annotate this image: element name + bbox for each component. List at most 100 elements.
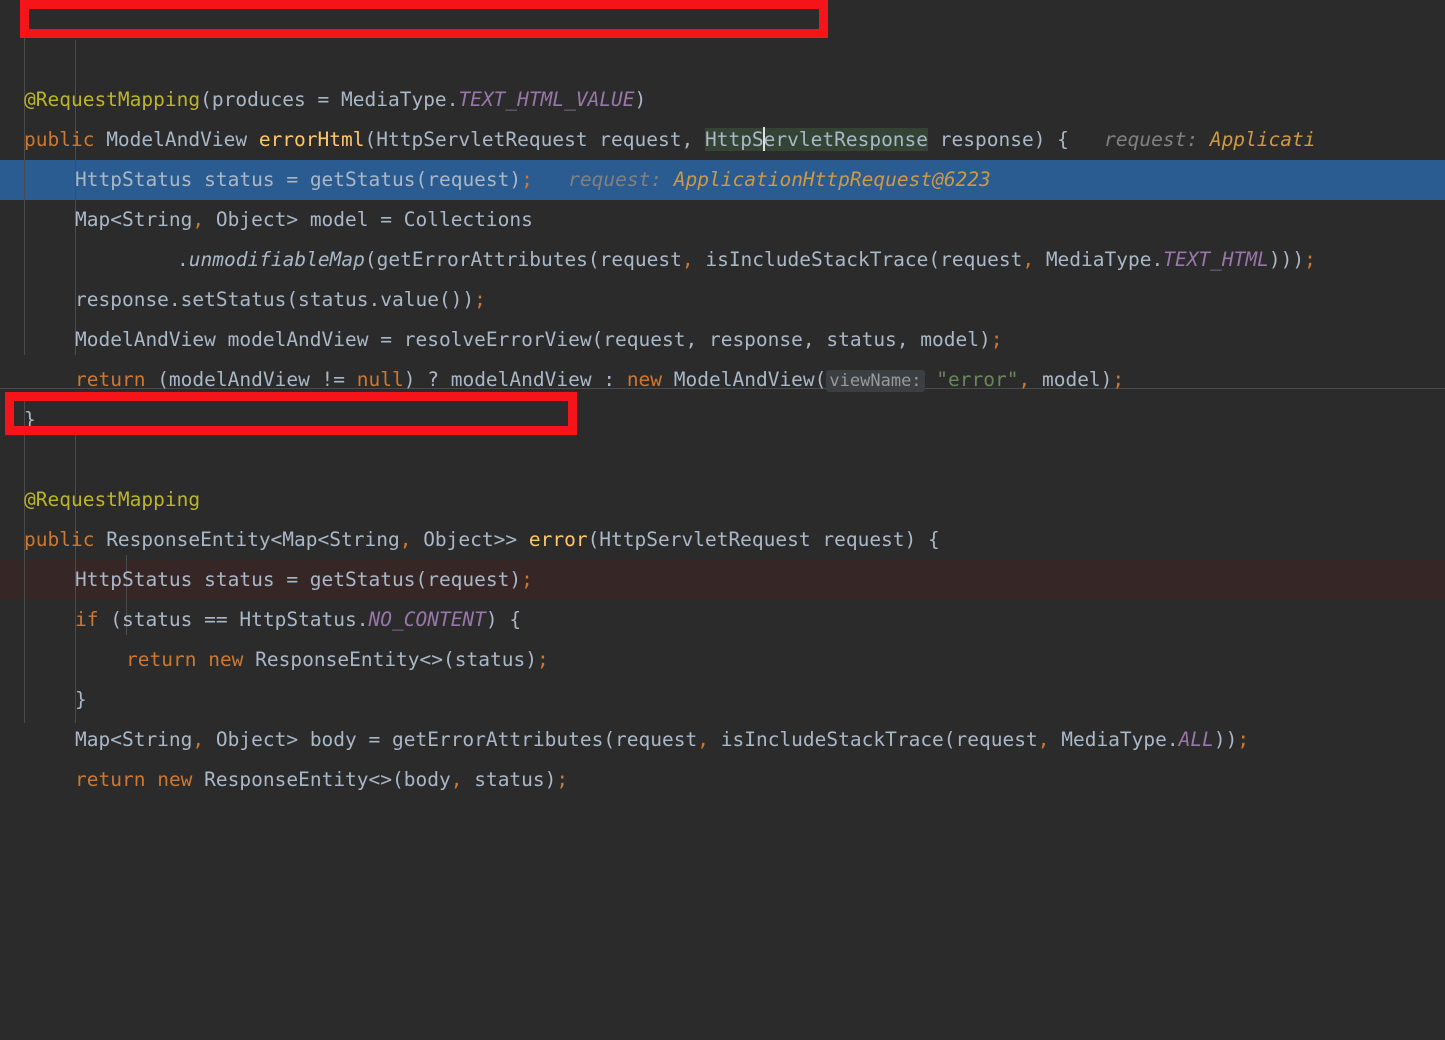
code-token: response) { <box>928 128 1069 151</box>
code-token: "error" <box>936 368 1019 391</box>
code-line-text: HttpStatus status = getStatus(request); … <box>75 160 991 200</box>
code-token: produces <box>211 88 306 111</box>
code-line-text: ModelAndView modelAndView = resolveError… <box>75 320 1002 360</box>
code-line-text: @RequestMapping(produces = MediaType.TEX… <box>24 80 646 120</box>
code-token: ; <box>990 328 1003 351</box>
code-token: ALL <box>1178 728 1214 751</box>
code-token: ; <box>536 648 549 671</box>
code-token: return <box>126 648 197 671</box>
code-token: (request) <box>415 168 522 191</box>
line-close-brace-errorhtml[interactable]: } <box>0 400 1445 440</box>
code-line-text: public ModelAndView errorHtml(HttpServle… <box>24 120 1316 160</box>
code-token: isIncludeStackTrace(request <box>709 728 1038 751</box>
line-model-collections[interactable]: Map<String, Object> model = Collections <box>0 200 1445 240</box>
code-token: null <box>356 368 404 391</box>
code-editor-pane[interactable]: @RequestMapping(produces = MediaType.TEX… <box>0 0 1445 791</box>
code-line-text: @RequestMapping <box>24 480 200 520</box>
code-token: ; <box>521 168 533 191</box>
code-token: error <box>528 528 588 551</box>
code-line-text: Map<String, Object> model = Collections <box>75 200 533 240</box>
code-token: ; <box>1237 728 1250 751</box>
code-token: return <box>75 368 146 391</box>
code-line-text: } <box>75 680 87 720</box>
code-token: if <box>75 608 99 631</box>
code-token: return <box>75 768 146 791</box>
code-token: Object>> <box>411 528 529 551</box>
code-token: ) <box>634 88 647 111</box>
line-return-status[interactable]: return new ResponseEntity<>(status); <box>0 640 1445 680</box>
code-line-text: .unmodifiableMap(getErrorAttributes(requ… <box>177 240 1316 280</box>
code-token: viewName: <box>826 370 925 392</box>
code-token: , <box>681 248 694 271</box>
code-line-text: response.setStatus(status.value()); <box>75 280 486 320</box>
code-token: ModelAndView <box>94 128 259 151</box>
code-token: HttpStatus status = <box>75 168 310 191</box>
code-token: ) ? modelAndView : <box>403 368 627 391</box>
line-signature-errorhtml[interactable]: public ModelAndView errorHtml(HttpServle… <box>0 120 1445 160</box>
code-token: unmodifiableMap <box>188 248 365 271</box>
line-signature-error[interactable]: public ResponseEntity<Map<String, Object… <box>0 520 1445 560</box>
code-token: = <box>305 88 342 111</box>
code-token: (HttpServletRequest request, <box>364 128 705 151</box>
code-token: isIncludeStackTrace(request <box>693 248 1023 271</box>
code-line-text: return new ResponseEntity<>(status); <box>126 640 549 680</box>
code-token: , <box>697 728 709 751</box>
line-if-nocontent[interactable]: if (status == HttpStatus.NO_CONTENT) { <box>0 600 1445 640</box>
code-token: Applicati <box>1209 128 1316 151</box>
code-token: ; <box>521 568 533 591</box>
code-token: ModelAndView modelAndView = resolveError… <box>75 328 991 351</box>
line-setstatus[interactable]: response.setStatus(status.value()); <box>0 280 1445 320</box>
code-token: MediaType <box>341 88 447 111</box>
line-unmodifiablemap[interactable]: .unmodifiableMap(getErrorAttributes(requ… <box>0 240 1445 280</box>
code-token: new <box>157 768 193 791</box>
code-token: ResponseEntity<>(status) <box>243 648 537 671</box>
code-token: . <box>177 248 189 271</box>
code-token: Object> body = getErrorAttributes(reques… <box>204 728 698 751</box>
code-line-text: public ResponseEntity<Map<String, Object… <box>24 520 940 560</box>
code-token: ; <box>1112 368 1125 391</box>
code-token: Map<String <box>75 728 193 751</box>
code-token: ; <box>474 288 486 311</box>
line-return-body-status[interactable]: return new ResponseEntity<>(body, status… <box>0 760 1445 800</box>
code-token: . <box>446 88 459 111</box>
code-line-text: return (modelAndView != null) ? modelAnd… <box>75 360 1124 401</box>
code-token: ResponseEntity<Map<String <box>94 528 400 551</box>
line-resolveerrorview[interactable]: ModelAndView modelAndView = resolveError… <box>0 320 1445 360</box>
line-body-geterrorattributes[interactable]: Map<String, Object> body = getErrorAttri… <box>0 720 1445 760</box>
code-line-text: if (status == HttpStatus.NO_CONTENT) { <box>75 600 521 640</box>
code-token: Object> model = Collections <box>204 208 533 231</box>
code-token: ; <box>1304 248 1316 271</box>
line-blank-1[interactable] <box>0 440 1445 480</box>
code-token: response.setStatus(status.value()) <box>75 288 475 311</box>
line-return-modelandview[interactable]: return (modelAndView != null) ? modelAnd… <box>0 360 1445 400</box>
code-token: @RequestMapping <box>24 488 201 511</box>
code-token: new <box>208 648 244 671</box>
code-token: , <box>1037 728 1050 751</box>
code-token: getStatus <box>309 168 416 191</box>
indent-guide-method-1 <box>24 0 25 355</box>
line-annotation-html[interactable]: @RequestMapping(produces = MediaType.TEX… <box>0 80 1445 120</box>
code-token: (status == HttpStatus. <box>98 608 369 631</box>
code-token: request: <box>532 168 674 191</box>
code-token: HttpStatus status = getStatus(request) <box>75 568 522 591</box>
code-token: ) { <box>485 608 522 631</box>
code-token: , <box>399 528 412 551</box>
code-token: request: <box>1068 128 1210 151</box>
code-token: , <box>192 208 205 231</box>
line-annotation-json[interactable]: @RequestMapping <box>0 480 1445 520</box>
line-close-if[interactable]: } <box>0 680 1445 720</box>
redbox-annotation-html <box>20 0 828 38</box>
code-token: ModelAndView( <box>662 368 827 391</box>
code-token: ResponseEntity<>(body <box>192 768 451 791</box>
code-token: , <box>192 728 205 751</box>
code-token: ; <box>556 768 569 791</box>
code-token: errorHtml <box>258 128 365 151</box>
code-token: NO_CONTENT <box>368 608 486 631</box>
line-getstatus-html[interactable]: HttpStatus status = getStatus(request); … <box>0 160 1445 200</box>
code-token: MediaType. <box>1049 728 1179 751</box>
code-token: public <box>24 528 95 551</box>
line-getstatus-json[interactable]: HttpStatus status = getStatus(request); <box>0 560 1445 600</box>
code-token: ApplicationHttpRequest@6223 <box>673 168 991 191</box>
